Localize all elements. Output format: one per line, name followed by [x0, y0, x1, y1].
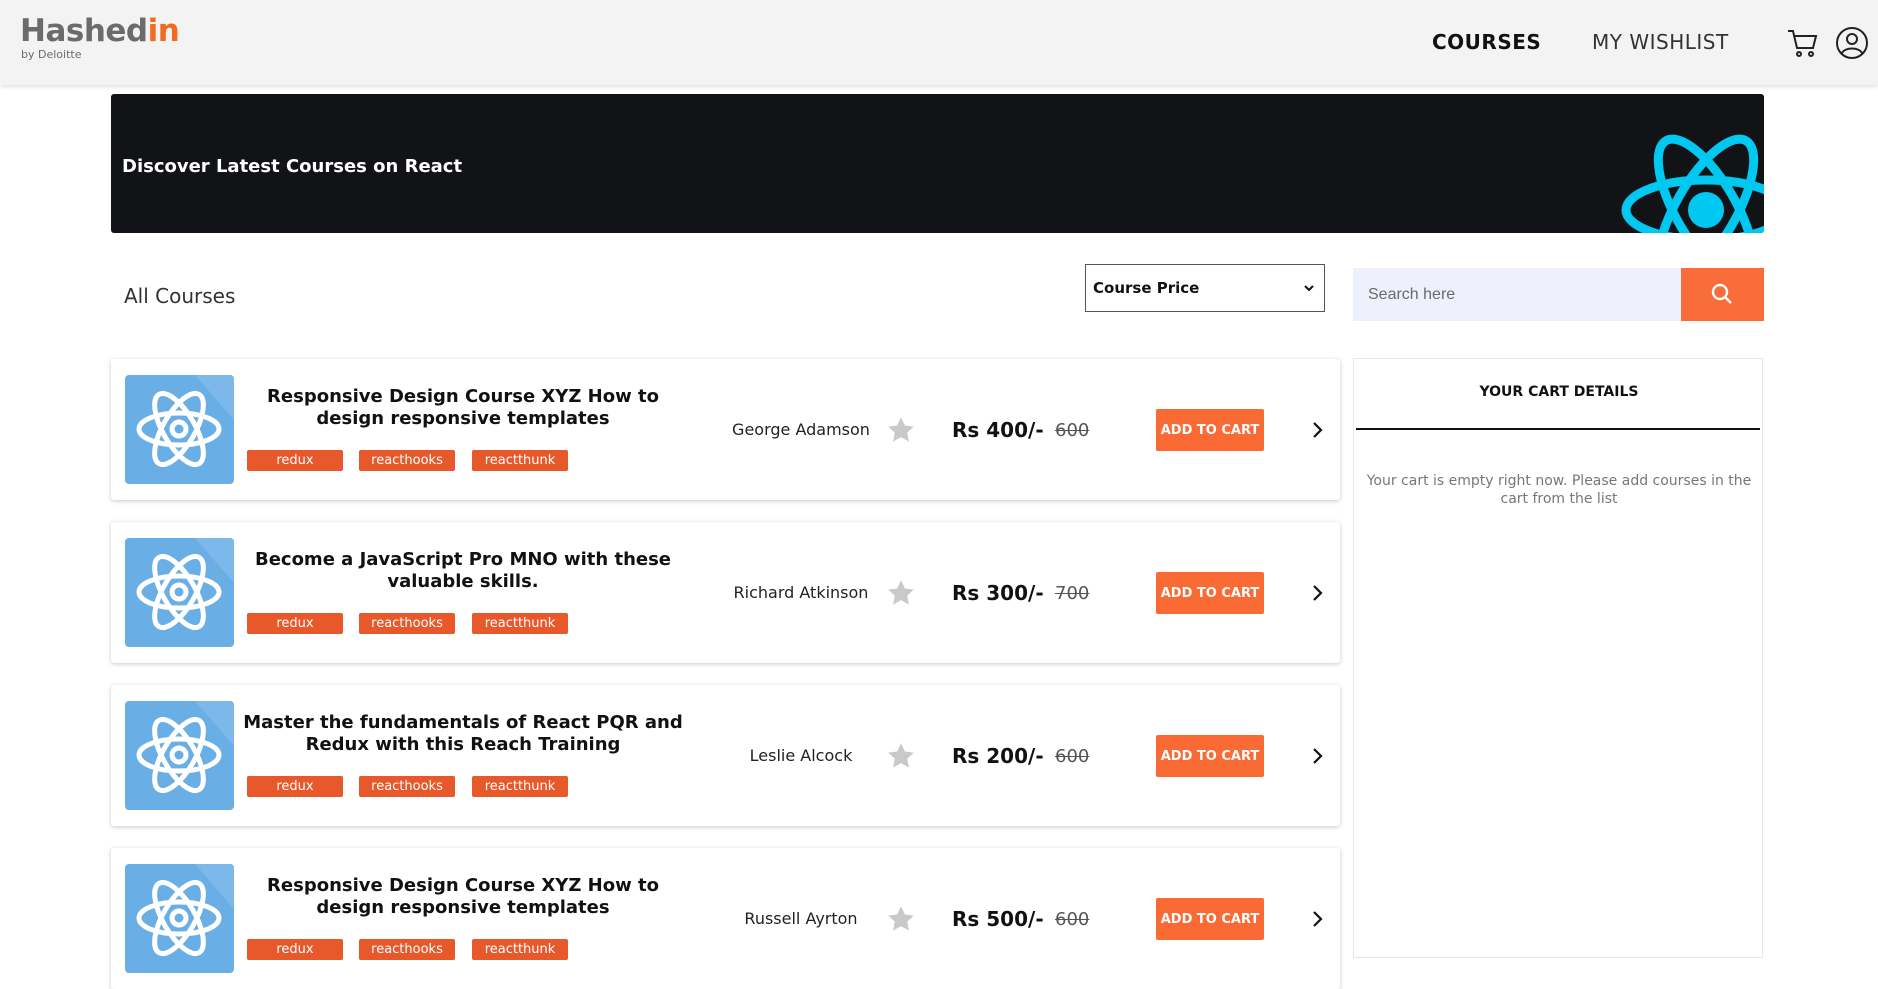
search-icon: [1711, 283, 1732, 304]
course-old-price: 700: [1055, 583, 1090, 604]
course-title[interactable]: Responsive Design Course XYZ How to desi…: [241, 875, 685, 919]
course-tag[interactable]: reactthunk: [472, 613, 568, 634]
course-old-price: 600: [1055, 420, 1090, 441]
course-tag[interactable]: reacthooks: [359, 939, 455, 960]
promo-banner: Discover Latest Courses on React: [111, 94, 1764, 233]
add-to-cart-button[interactable]: ADD TO CART: [1156, 572, 1264, 614]
chevron-right-icon[interactable]: [1311, 583, 1325, 603]
course-author: George Adamson: [732, 420, 870, 439]
course-tag[interactable]: redux: [247, 613, 343, 634]
course-tag[interactable]: redux: [247, 450, 343, 471]
cart-title: YOUR CART DETAILS: [1479, 384, 1639, 400]
nav-courses-link[interactable]: COURSES: [1432, 30, 1541, 54]
course-thumbnail: [125, 375, 234, 484]
course-tag[interactable]: reacthooks: [359, 776, 455, 797]
add-to-cart-button[interactable]: ADD TO CART: [1156, 898, 1264, 940]
add-to-cart-button[interactable]: ADD TO CART: [1156, 735, 1264, 777]
user-icon[interactable]: [1835, 26, 1869, 60]
course-tag[interactable]: redux: [247, 776, 343, 797]
search-input[interactable]: [1353, 268, 1681, 321]
course-tag[interactable]: reacthooks: [359, 613, 455, 634]
chevron-right-icon[interactable]: [1311, 420, 1325, 440]
section-title: All Courses: [124, 284, 236, 308]
course-thumbnail: [125, 538, 234, 647]
course-tag[interactable]: reactthunk: [472, 776, 568, 797]
course-price: Rs 300/-: [952, 581, 1044, 605]
course-thumbnail: [125, 864, 234, 973]
react-atom-icon: [136, 701, 234, 794]
course-author: Leslie Alcock: [749, 746, 853, 765]
course-old-price: 600: [1055, 909, 1090, 930]
course-card[interactable]: Master the fundamentals of React PQR and…: [111, 685, 1340, 826]
course-author: Russell Ayrton: [744, 909, 858, 928]
star-icon[interactable]: [886, 905, 916, 933]
star-icon[interactable]: [886, 416, 916, 444]
cart-divider: [1356, 428, 1760, 430]
top-navbar: Hashedin by Deloitte COURSES MY WISHLIST: [0, 0, 1878, 85]
course-tag[interactable]: reacthooks: [359, 450, 455, 471]
add-to-cart-button[interactable]: ADD TO CART: [1156, 409, 1264, 451]
chevron-right-icon[interactable]: [1311, 746, 1325, 766]
chevron-right-icon[interactable]: [1311, 909, 1325, 929]
cart-details-panel: YOUR CART DETAILS Your cart is empty rig…: [1353, 358, 1763, 958]
react-atom-icon: [136, 864, 234, 957]
course-tag[interactable]: redux: [247, 939, 343, 960]
course-price: Rs 500/-: [952, 907, 1044, 931]
sort-select-value: Course Price: [1093, 279, 1200, 297]
cart-empty-message: Your cart is empty right now. Please add…: [1366, 473, 1752, 507]
search-button[interactable]: [1681, 268, 1764, 321]
react-atom-icon: [136, 538, 234, 631]
react-atom-icon: [136, 375, 234, 468]
course-title[interactable]: Master the fundamentals of React PQR and…: [241, 712, 685, 756]
course-card[interactable]: Responsive Design Course XYZ How to desi…: [111, 848, 1340, 989]
react-logo-icon: [1621, 134, 1764, 233]
course-title[interactable]: Become a JavaScript Pro MNO with these v…: [241, 549, 685, 593]
star-icon[interactable]: [886, 579, 916, 607]
course-title[interactable]: Responsive Design Course XYZ How to desi…: [241, 386, 685, 430]
nav-wishlist-link[interactable]: MY WISHLIST: [1592, 30, 1729, 54]
course-old-price: 600: [1055, 746, 1090, 767]
logo-text: Hashedin: [20, 13, 180, 49]
course-tag[interactable]: reactthunk: [472, 450, 568, 471]
cart-icon[interactable]: [1786, 26, 1820, 60]
star-icon[interactable]: [886, 742, 916, 770]
course-author: Richard Atkinson: [733, 583, 869, 602]
banner-title: Discover Latest Courses on React: [122, 156, 463, 177]
chevron-down-icon: [1304, 285, 1314, 292]
course-card[interactable]: Responsive Design Course XYZ How to desi…: [111, 359, 1340, 500]
sort-select[interactable]: Course Price: [1085, 264, 1325, 312]
course-price: Rs 200/-: [952, 744, 1044, 768]
course-thumbnail: [125, 701, 234, 810]
course-price: Rs 400/-: [952, 418, 1044, 442]
course-tag[interactable]: reactthunk: [472, 939, 568, 960]
course-card[interactable]: Become a JavaScript Pro MNO with these v…: [111, 522, 1340, 663]
hashedin-logo[interactable]: Hashedin by Deloitte: [20, 12, 180, 61]
